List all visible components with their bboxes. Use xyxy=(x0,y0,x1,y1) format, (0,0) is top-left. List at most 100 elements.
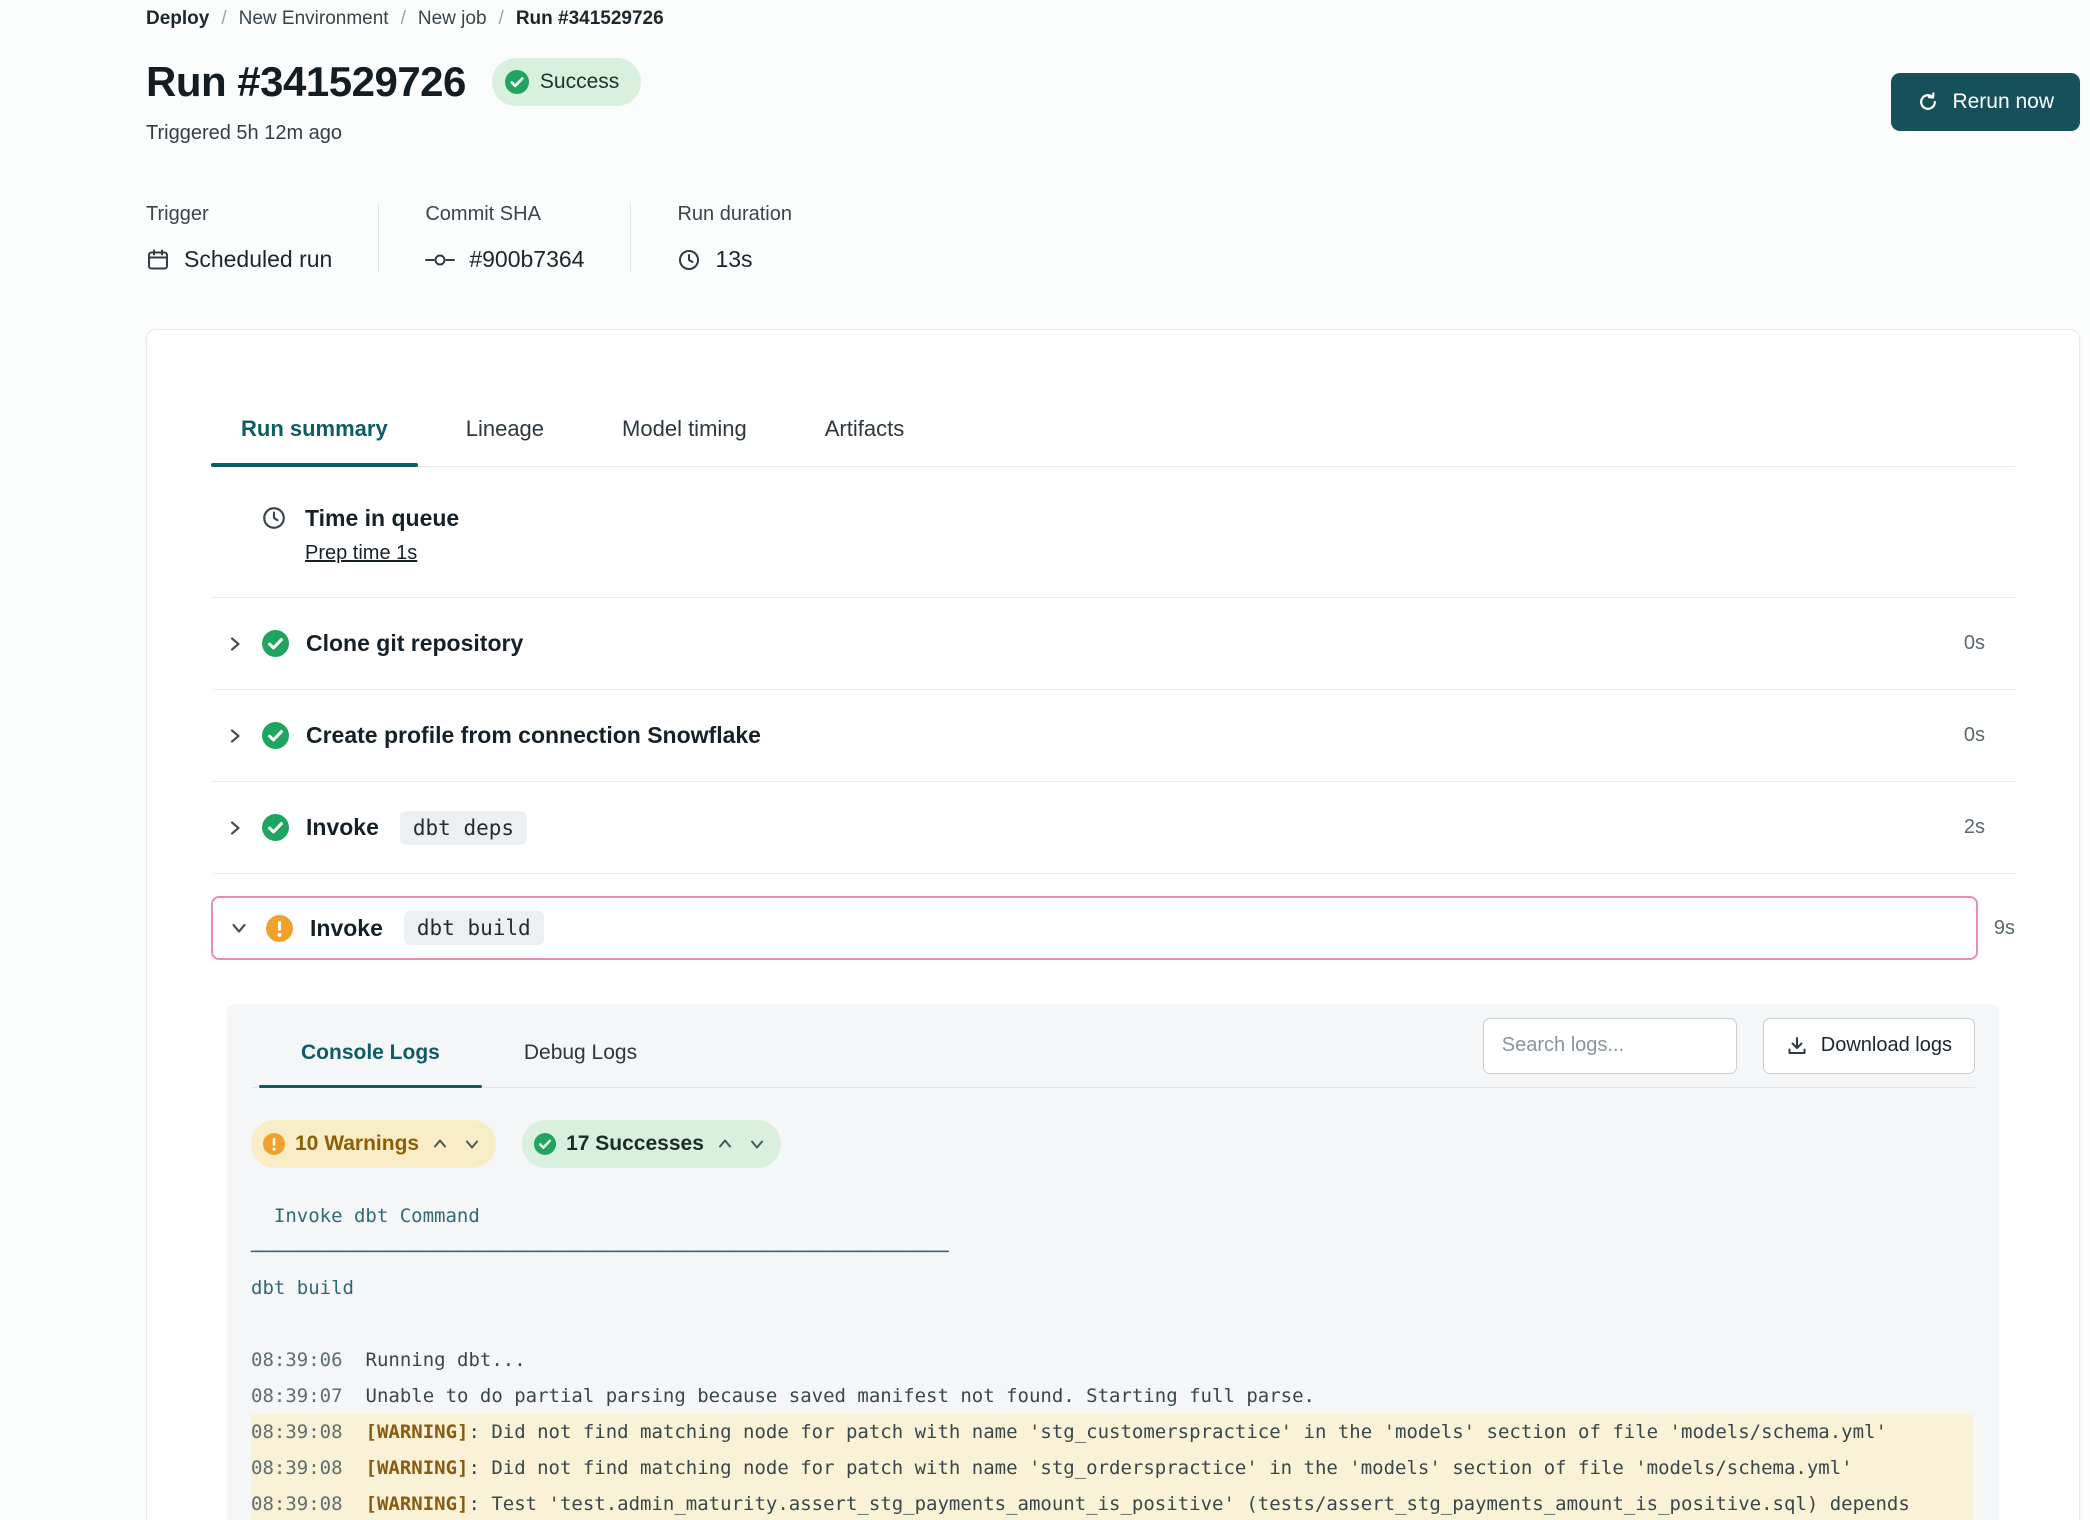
status-badge-label: Success xyxy=(540,70,619,94)
previous-warning-button[interactable] xyxy=(429,1133,451,1155)
log-line-warning: 08:39:08[WARNING]: Did not find matching… xyxy=(251,1450,1973,1486)
tab-bar: Run summary Lineage Model timing Artifac… xyxy=(211,400,2015,467)
rerun-button[interactable]: Rerun now xyxy=(1891,73,2080,131)
breadcrumb: Deploy / New Environment / New job / Run… xyxy=(146,6,2080,30)
log-line-warning: 08:39:08[WARNING]: Did not find matching… xyxy=(251,1414,1973,1450)
breadcrumb-item-deploy[interactable]: Deploy xyxy=(146,8,209,30)
header: Run #341529726 Success xyxy=(146,58,2080,106)
step-command-chip: dbt build xyxy=(404,911,544,945)
git-commit-icon xyxy=(425,250,455,270)
tab-run-summary[interactable]: Run summary xyxy=(211,400,418,466)
tab-lineage[interactable]: Lineage xyxy=(436,400,574,466)
warnings-badge: 10 Warnings xyxy=(251,1120,496,1168)
duration-value-text: 13s xyxy=(715,246,752,273)
tab-artifacts[interactable]: Artifacts xyxy=(795,400,934,466)
duration-value: 13s xyxy=(677,246,792,273)
log-output: Invoke dbt Command ─────────────────────… xyxy=(251,1198,1973,1520)
chevron-right-icon[interactable] xyxy=(225,818,245,838)
successes-badge-label: 17 Successes xyxy=(566,1132,704,1156)
warning-icon xyxy=(266,915,293,942)
tab-debug-logs[interactable]: Debug Logs xyxy=(482,1041,679,1087)
calendar-icon xyxy=(146,248,170,272)
step-label: Invoke xyxy=(310,915,383,942)
log-panel: Console Logs Debug Logs Download logs xyxy=(227,1004,1999,1520)
run-summary-card: Run summary Lineage Model timing Artifac… xyxy=(146,329,2080,1520)
refresh-icon xyxy=(1917,91,1939,113)
breadcrumb-separator: / xyxy=(401,8,406,30)
page-title: Run #341529726 xyxy=(146,58,466,106)
log-line: dbt build xyxy=(251,1270,1973,1306)
rerun-button-label: Rerun now xyxy=(1952,90,2054,114)
success-check-icon xyxy=(505,70,529,94)
timer-icon xyxy=(261,505,287,531)
step-duration: 2s xyxy=(1964,816,1985,839)
step-invoke-dbt-deps[interactable]: Invoke dbt deps 2s xyxy=(211,782,2015,874)
success-check-icon xyxy=(534,1133,556,1155)
success-check-icon xyxy=(262,722,289,749)
step-invoke-dbt-build[interactable]: Invoke dbt build 9s xyxy=(211,896,2015,960)
log-line-divider: ────────────────────────────────────────… xyxy=(251,1234,1973,1270)
log-line: 08:39:07Unable to do partial parsing bec… xyxy=(251,1378,1973,1414)
log-line: 08:39:06Running dbt... xyxy=(251,1342,1973,1378)
commit-value: #900b7364 xyxy=(425,246,584,273)
log-actions: Download logs xyxy=(1483,1018,1975,1074)
log-tab-bar: Console Logs Debug Logs xyxy=(251,1004,679,1087)
trigger-value-text: Scheduled run xyxy=(184,246,332,273)
successes-badge: 17 Successes xyxy=(522,1120,781,1168)
download-logs-label: Download logs xyxy=(1821,1034,1952,1057)
chevron-down-icon[interactable] xyxy=(229,918,249,938)
search-logs-input[interactable] xyxy=(1483,1018,1737,1074)
warning-icon xyxy=(263,1133,285,1155)
chevron-down-icon xyxy=(463,1135,481,1153)
time-in-queue-text: Time in queue Prep time 1s xyxy=(305,505,459,565)
chevron-up-icon xyxy=(431,1135,449,1153)
log-line-warning: 08:39:08[WARNING]: Test 'test.admin_matu… xyxy=(251,1486,1973,1520)
breadcrumb-separator: / xyxy=(499,8,504,30)
log-filter-badges: 10 Warnings xyxy=(251,1120,1975,1168)
duration-label: Run duration xyxy=(677,203,792,226)
chevron-right-icon[interactable] xyxy=(225,634,245,654)
prep-time-link[interactable]: Prep time 1s xyxy=(305,542,417,565)
chevron-up-icon xyxy=(716,1135,734,1153)
log-line: Invoke dbt Command xyxy=(251,1198,1973,1234)
clock-icon xyxy=(677,248,701,272)
success-check-icon xyxy=(262,814,289,841)
download-logs-button[interactable]: Download logs xyxy=(1763,1018,1975,1074)
step-label: Clone git repository xyxy=(306,630,523,657)
breadcrumb-item-run: Run #341529726 xyxy=(516,8,664,30)
next-success-button[interactable] xyxy=(746,1133,768,1155)
previous-success-button[interactable] xyxy=(714,1133,736,1155)
run-meta: Trigger Scheduled run Commit SHA #900b73… xyxy=(146,203,2080,273)
chevron-right-icon[interactable] xyxy=(225,726,245,746)
commit-value-text: #900b7364 xyxy=(469,246,584,273)
step-create-profile[interactable]: Create profile from connection Snowflake… xyxy=(211,690,2015,782)
selected-step-box[interactable]: Invoke dbt build xyxy=(211,896,1978,960)
meta-duration: Run duration 13s xyxy=(677,203,838,273)
step-duration: 0s xyxy=(1964,724,1985,747)
time-in-queue-section: Time in queue Prep time 1s xyxy=(211,467,2015,598)
breadcrumb-separator: / xyxy=(221,8,226,30)
next-warning-button[interactable] xyxy=(461,1133,483,1155)
step-duration: 0s xyxy=(1964,632,1985,655)
breadcrumb-item-job[interactable]: New job xyxy=(418,8,487,30)
step-label: Create profile from connection Snowflake xyxy=(306,722,761,749)
meta-commit: Commit SHA #900b7364 xyxy=(425,203,631,273)
meta-trigger: Trigger Scheduled run xyxy=(146,203,379,273)
commit-label: Commit SHA xyxy=(425,203,584,226)
chevron-down-icon xyxy=(748,1135,766,1153)
breadcrumb-item-environment[interactable]: New Environment xyxy=(239,8,389,30)
success-check-icon xyxy=(262,630,289,657)
log-header: Console Logs Debug Logs Download logs xyxy=(251,1004,1975,1088)
step-duration: 9s xyxy=(1994,917,2015,940)
step-label: Invoke xyxy=(306,814,379,841)
time-in-queue-title: Time in queue xyxy=(305,505,459,532)
status-badge: Success xyxy=(492,58,641,106)
step-clone-git-repository[interactable]: Clone git repository 0s xyxy=(211,598,2015,690)
step-command-chip: dbt deps xyxy=(400,811,527,845)
triggered-text: Triggered 5h 12m ago xyxy=(146,122,2080,145)
tab-console-logs[interactable]: Console Logs xyxy=(259,1041,482,1087)
trigger-value: Scheduled run xyxy=(146,246,332,273)
run-detail-page: Deploy / New Environment / New job / Run… xyxy=(0,0,2090,1520)
log-line-blank xyxy=(251,1306,1973,1342)
tab-model-timing[interactable]: Model timing xyxy=(592,400,777,466)
